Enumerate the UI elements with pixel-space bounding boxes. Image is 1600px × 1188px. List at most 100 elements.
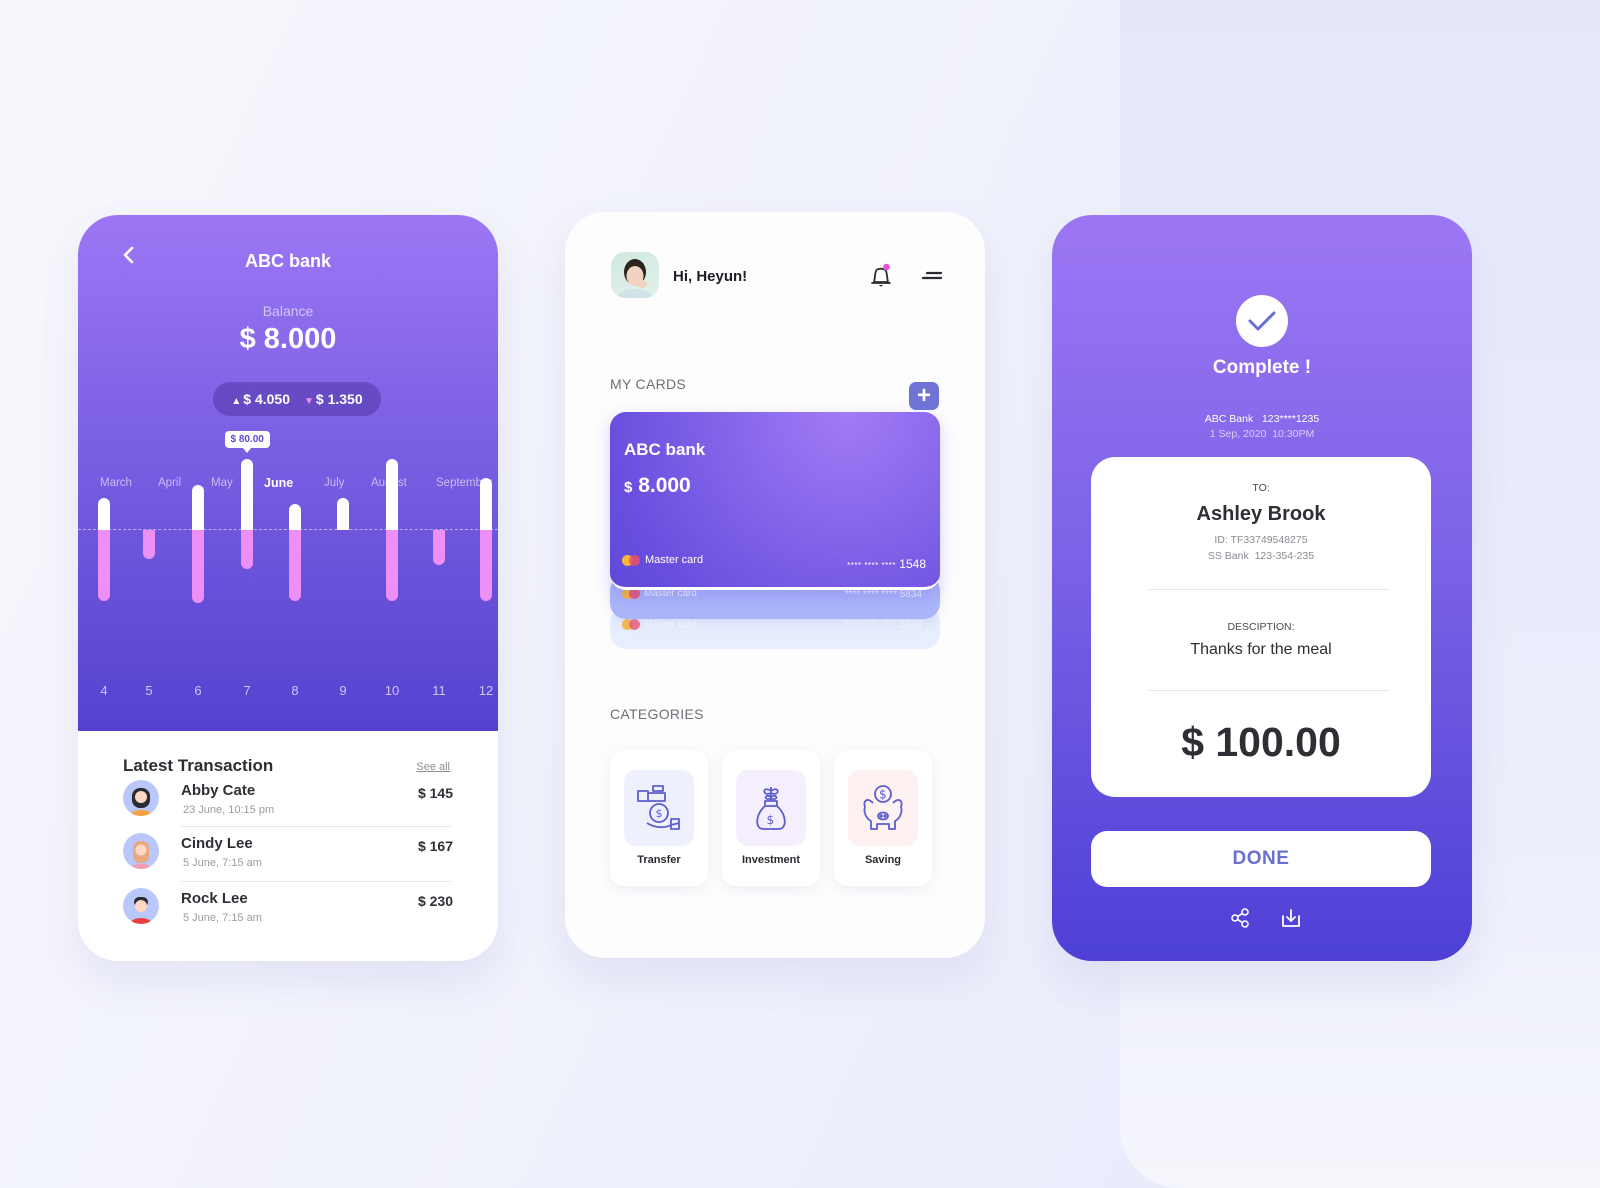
transaction-row[interactable]: Cindy Lee 5 June, 7:15 am $ 167: [123, 833, 453, 887]
divider: [1149, 589, 1389, 590]
bank-balance-screen: ABC bank Balance $ 8.000 ▲ $ 4.050 ▼ $ 1.3…: [78, 215, 498, 961]
x-tick-label: 9: [339, 683, 347, 698]
description-text: Thanks for the meal: [1190, 641, 1332, 658]
balance-header: ABC bank Balance $ 8.000 ▲ $ 4.050 ▼ $ 1.3…: [78, 215, 498, 731]
transaction-amount: $ 145: [417, 785, 453, 801]
card-number: **** **** **** 5834: [845, 619, 922, 630]
card-type: Master card: [644, 619, 697, 630]
card-balance-value: 8.000: [638, 474, 691, 497]
piggy-bank-icon: $: [863, 785, 903, 830]
share-icon: [1231, 908, 1249, 928]
description-label: DESCIPTION:: [1227, 621, 1295, 633]
month-tab[interactable]: June: [264, 476, 293, 490]
balance-value: $ 8.000: [239, 323, 337, 355]
category-investment[interactable]: $ Investment: [722, 750, 820, 886]
category-label: Investment: [741, 854, 801, 866]
see-all-link[interactable]: See all: [416, 761, 450, 773]
mastercard-icon: [622, 554, 640, 566]
income-bar: [192, 485, 204, 530]
card-last4: 5834: [899, 619, 922, 630]
currency-symbol: $: [624, 479, 633, 496]
expense-bar: [192, 530, 204, 603]
money-transfer-icon: $: [637, 785, 680, 830]
latest-transaction-title: Latest Transaction: [123, 756, 274, 775]
x-tick-label: 4: [100, 683, 108, 698]
sender-account: ABC Bank 123****1235: [1204, 413, 1320, 425]
arrow-down-icon: ▼: [304, 396, 314, 407]
income-value: $ 4.050: [243, 391, 290, 407]
x-tick-label: 7: [243, 683, 251, 698]
card-number-mask: **** **** ****: [844, 589, 897, 600]
mastercard-icon: [622, 619, 640, 630]
transaction-name: Rock Lee: [181, 890, 248, 907]
transfer-complete-screen: Complete ! ABC Bank 123****1235 1 Sep, 2…: [1052, 215, 1472, 961]
category-label: Transfer: [637, 854, 681, 866]
x-tick-label: 10: [384, 683, 400, 698]
recipient-id: ID: TF33749548275: [1214, 534, 1308, 546]
transaction-date: 23 June, 10:15 pm: [183, 804, 275, 816]
expense-bar: [143, 530, 155, 559]
transaction-row[interactable]: Rock Lee 5 June, 7:15 am $ 230: [123, 888, 453, 942]
recipient-bank: SS Bank 123-354-235: [1207, 550, 1315, 562]
category-saving[interactable]: $ Saving: [834, 750, 932, 886]
card-number-mask: **** **** ****: [844, 619, 897, 630]
download-button[interactable]: [1280, 907, 1302, 929]
income-expense-pill: ▲ $ 4.050 ▼ $ 1.350: [213, 382, 381, 416]
svg-text:$: $: [879, 788, 887, 802]
income-bar: [289, 503, 301, 530]
month-tab[interactable]: March: [100, 477, 132, 489]
x-tick-label: 6: [194, 683, 202, 698]
greeting-text: Hi, Heyun!: [673, 268, 748, 285]
x-tick-label: 5: [145, 683, 153, 698]
svg-text:$: $: [656, 807, 663, 820]
avatar: [123, 888, 159, 924]
income-bar: [98, 498, 110, 530]
divider: [1149, 690, 1389, 691]
expense-bar: [480, 530, 492, 602]
share-button[interactable]: [1230, 907, 1252, 929]
expense-bar: [433, 530, 445, 565]
done-button[interactable]: DONE: [1091, 831, 1431, 887]
month-tab[interactable]: July: [324, 477, 344, 489]
expense-bar: [241, 530, 253, 570]
plus-icon: +: [916, 382, 931, 409]
category-transfer[interactable]: $ Transfer: [610, 750, 708, 886]
card-type: Master card: [645, 554, 704, 566]
transaction-date: 5 June, 7:15 am: [183, 912, 262, 924]
card-last4: 1548: [899, 557, 926, 571]
income-bar: [241, 458, 253, 530]
transaction-date: 5 June, 7:15 am: [183, 857, 262, 869]
card-balance: $ 8.000: [624, 474, 691, 498]
checkmark-icon: [1248, 311, 1276, 331]
screen-title: ABC bank: [244, 251, 331, 271]
avatar: [123, 833, 159, 869]
card-number-mask: **** **** ****: [847, 561, 896, 570]
menu-button[interactable]: [921, 268, 943, 284]
svg-text:$: $: [767, 813, 775, 827]
income-stat: ▲ $ 4.050: [231, 391, 290, 407]
divider: [181, 826, 451, 827]
profile-avatar[interactable]: [611, 252, 659, 298]
expense-stat: ▼ $ 1.350: [304, 391, 363, 407]
home-screen: Hi, Heyun! MY CARDS + Master card **** *…: [565, 212, 985, 958]
month-tab[interactable]: April: [158, 477, 181, 489]
x-tick-label: 12: [478, 683, 494, 698]
bank-card[interactable]: ABC bank $ 8.000 Master card **** **** *…: [610, 412, 940, 590]
transaction-amount: $ 230: [417, 893, 453, 909]
download-icon: [1282, 909, 1300, 927]
month-selector: MarchAprilMayJuneJulyAugustSeptember: [78, 476, 498, 497]
to-label: TO:: [1252, 482, 1270, 494]
month-tab[interactable]: May: [211, 477, 233, 489]
success-badge: [1236, 295, 1288, 347]
recipient-name: Ashley Brook: [1196, 503, 1326, 525]
expense-value: $ 1.350: [315, 391, 363, 407]
expense-bar: [289, 530, 301, 602]
card-last4: 5834: [899, 589, 922, 600]
avatar: [123, 780, 159, 816]
x-tick-label: 11: [432, 683, 446, 698]
bell-icon: [871, 263, 891, 287]
add-card-button[interactable]: +: [909, 382, 939, 410]
my-cards-label: MY CARDS: [610, 376, 687, 392]
transfer-amount: $ 100.00: [1181, 719, 1341, 765]
notification-button[interactable]: [867, 262, 895, 290]
